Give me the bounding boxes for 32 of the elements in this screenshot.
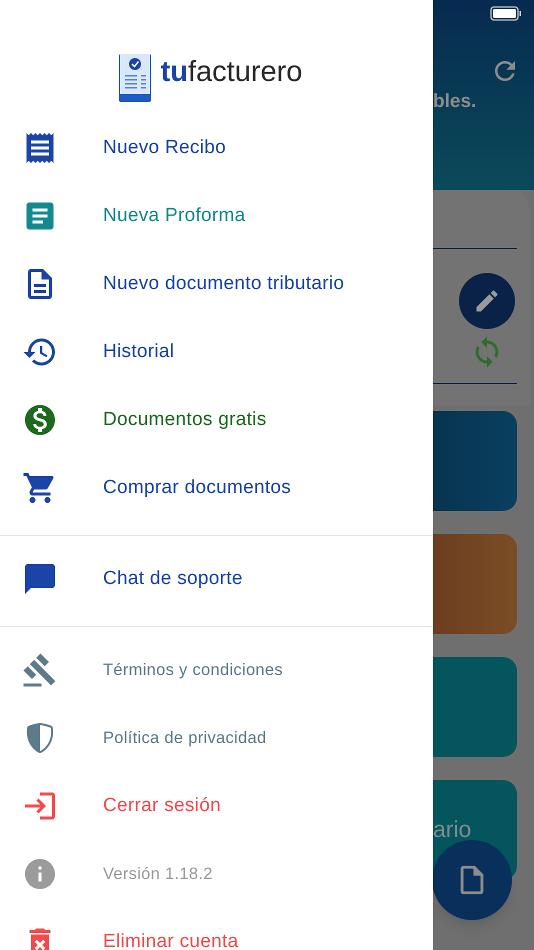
menu-label: Chat de soporte — [103, 566, 243, 591]
card-title: ario — [433, 815, 472, 844]
menu-label: Nuevo Recibo — [103, 136, 226, 160]
menu-item[interactable]: Nueva Proforma — [0, 182, 433, 250]
menu-label: Política de privacidad — [103, 728, 266, 749]
menu-label: Cerrar sesión — [103, 794, 221, 818]
menu-label: Historial — [103, 340, 174, 364]
action-card[interactable] — [433, 411, 517, 511]
battery-icon — [490, 6, 522, 22]
menu-item[interactable]: Nuevo documento tributario — [0, 250, 433, 318]
action-card[interactable] — [433, 657, 517, 757]
menu-item[interactable]: Cerrar sesión — [0, 772, 433, 840]
menu-item[interactable]: Política de privacidad — [0, 704, 433, 772]
menu-label: Términos y condiciones — [103, 660, 283, 681]
menu-item[interactable]: Términos y condiciones — [0, 636, 433, 704]
app-logo-text: tufacturero — [160, 54, 302, 90]
menu-label: Versión 1.18.2 — [103, 864, 213, 885]
menu-item[interactable]: Historial — [0, 318, 433, 386]
menu-item[interactable]: Versión 1.18.2 — [0, 840, 433, 908]
menu-label: Nueva Proforma — [103, 204, 246, 228]
menu-item[interactable]: Nuevo Recibo — [0, 114, 433, 182]
menu-label: Eliminar cuenta — [103, 930, 238, 950]
menu-label: Documentos gratis — [103, 408, 267, 432]
menu-item[interactable]: Chat de soporte — [0, 545, 433, 613]
receipt-logo-icon — [118, 54, 151, 102]
menu-label: Comprar documentos — [103, 476, 292, 500]
menu-item[interactable]: Eliminar cuenta — [0, 908, 433, 950]
heading-text: bles. — [433, 90, 476, 114]
menu-label: Nuevo documento tributario — [103, 272, 344, 296]
menu-item[interactable]: Documentos gratis — [0, 386, 433, 454]
menu-item[interactable]: Comprar documentos — [0, 454, 433, 522]
action-card[interactable] — [433, 534, 517, 634]
